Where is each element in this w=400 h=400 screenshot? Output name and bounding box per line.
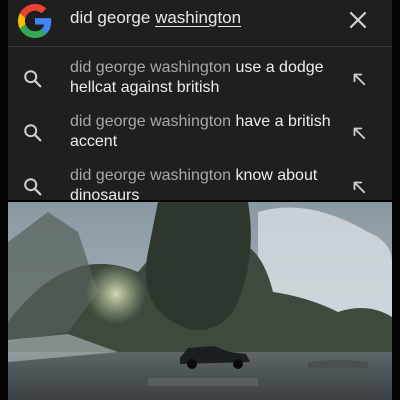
search-bar[interactable]: did george washington: [8, 0, 392, 44]
suggestion-prefix: did george washington: [70, 113, 236, 130]
search-icon: [24, 124, 42, 142]
suggestion-prefix: did george washington: [70, 167, 236, 184]
suggestion-text: did george washington have a british acc…: [70, 112, 340, 152]
distant-car: [308, 360, 368, 368]
divider: [8, 46, 392, 47]
lens-flare: [86, 264, 146, 324]
suggestion-item[interactable]: did george washington have a british acc…: [8, 110, 392, 162]
close-icon[interactable]: [346, 8, 370, 32]
search-query[interactable]: did george washington: [70, 8, 241, 28]
video-still: [8, 202, 392, 400]
watermark: [148, 378, 258, 386]
screen: did george washington did george washing…: [0, 0, 400, 400]
suggestion-text: did george washington know about dinosau…: [70, 166, 340, 206]
suggestion-prefix: did george washington: [70, 59, 236, 76]
search-icon: [24, 70, 42, 88]
query-prefix: did george: [70, 8, 156, 27]
search-icon: [24, 178, 42, 196]
arrow-up-left-icon[interactable]: [350, 178, 368, 196]
query-underlined-word: washington: [155, 8, 242, 27]
arrow-up-left-icon[interactable]: [350, 124, 368, 142]
suggestion-item[interactable]: did george washington use a dodge hellca…: [8, 56, 392, 108]
arrow-up-left-icon[interactable]: [350, 70, 368, 88]
search-panel: did george washington did george washing…: [8, 0, 392, 204]
google-g-logo[interactable]: [18, 4, 52, 38]
video-scene: [8, 202, 392, 400]
suggestion-text: did george washington use a dodge hellca…: [70, 58, 340, 98]
